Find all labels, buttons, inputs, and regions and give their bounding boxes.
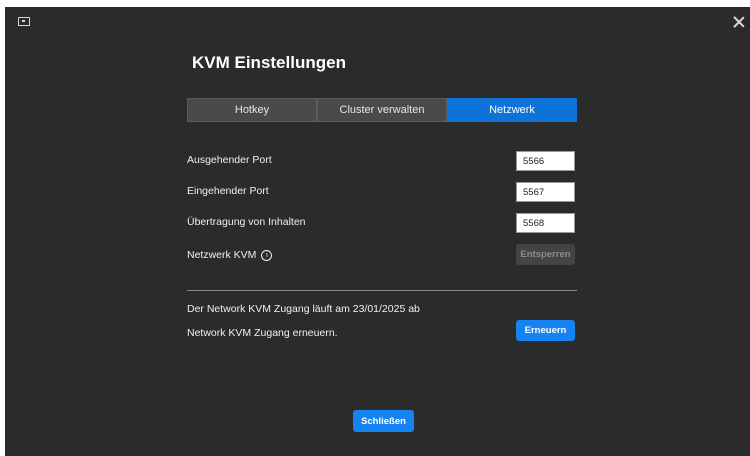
outgoing-port-input[interactable]: [516, 151, 575, 171]
close-button[interactable]: Schließen: [353, 410, 414, 432]
tab-cluster-verwalten[interactable]: Cluster verwalten: [317, 98, 447, 122]
access-expiry-text: Der Network KVM Zugang läuft am 23/01/20…: [187, 303, 420, 315]
network-kvm-label: Netzwerk KVM: [187, 249, 257, 261]
page-title: KVM Einstellungen: [192, 53, 346, 72]
divider: [187, 290, 577, 291]
tab-bar: Hotkey Cluster verwalten Netzwerk: [187, 98, 577, 122]
monitor-icon: [18, 17, 30, 26]
content-transfer-label: Übertragung von Inhalten: [187, 216, 306, 228]
incoming-port-label: Eingehender Port: [187, 185, 269, 197]
outgoing-port-label: Ausgehender Port: [187, 154, 272, 166]
incoming-port-input[interactable]: [516, 182, 575, 202]
network-kvm-row: Netzwerk KVM i: [187, 249, 273, 261]
tab-netzwerk[interactable]: Netzwerk: [447, 98, 577, 122]
tab-hotkey[interactable]: Hotkey: [187, 98, 317, 122]
kvm-settings-window: KVM Einstellungen Hotkey Cluster verwalt…: [5, 7, 750, 456]
renew-button[interactable]: Erneuern: [516, 320, 575, 341]
close-icon[interactable]: [732, 15, 746, 29]
renew-access-text: Network KVM Zugang erneuern.: [187, 327, 338, 339]
unlock-button[interactable]: Entsperren: [516, 244, 575, 265]
content-transfer-port-input[interactable]: [516, 213, 575, 233]
info-icon[interactable]: i: [261, 249, 273, 261]
